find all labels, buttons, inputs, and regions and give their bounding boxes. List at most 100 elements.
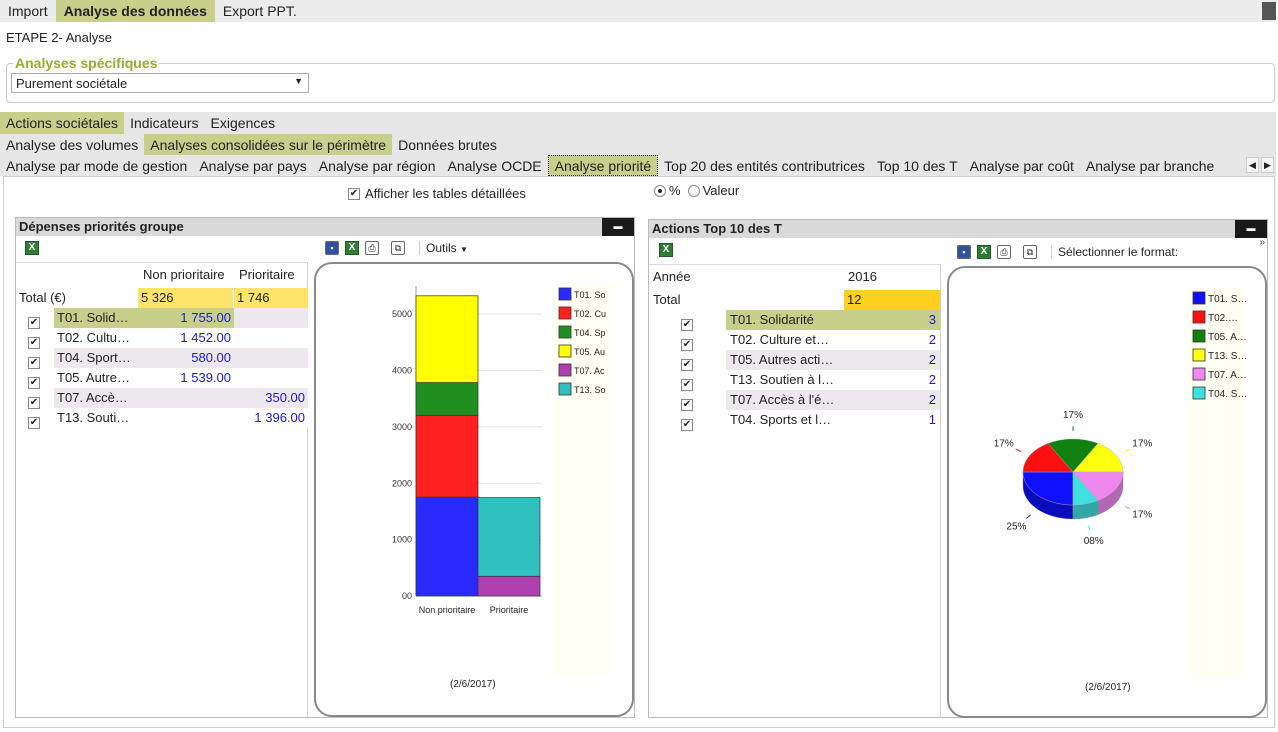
row-checkbox[interactable]: ✔ [681, 338, 693, 351]
pie-percent-label: 17% [1132, 510, 1152, 521]
label-leader [1124, 506, 1131, 510]
tab-export-ppt[interactable]: Export PPT. [215, 0, 305, 22]
stacked-bar-chart: 00 1000 2000 3000 4000 5000 Non prioritaire Pri… [392, 284, 611, 674]
legend-swatch [558, 344, 572, 358]
left-panel-title: Dépenses priorités groupe [16, 218, 634, 236]
excel-chart-icon[interactable]: X [345, 241, 359, 255]
row-label: T02. Cultu… [54, 328, 138, 348]
row-checkbox[interactable]: ✔ [28, 316, 40, 329]
row-checkbox[interactable]: ✔ [681, 418, 693, 431]
row-checkbox[interactable]: ✔ [28, 356, 40, 369]
legend-label: T02.… [1208, 313, 1238, 324]
copy-icon[interactable]: ⧉ [1023, 245, 1037, 259]
excel-export-icon[interactable]: X [659, 243, 673, 257]
row-checkbox[interactable]: ✔ [28, 336, 40, 349]
tab-top20[interactable]: Top 20 des entités contributrices [658, 155, 871, 176]
tab-exigences[interactable]: Exigences [205, 112, 282, 134]
tab-top10[interactable]: Top 10 des T [871, 155, 964, 176]
tab-par-cout[interactable]: Analyse par coût [964, 155, 1080, 176]
minimize-icon[interactable]: ▬ [1235, 220, 1267, 238]
row-checkbox[interactable]: ✔ [681, 378, 693, 391]
row-non-prioritaire [138, 388, 234, 408]
tab-priorite[interactable]: Analyse priorité [547, 155, 659, 176]
print-icon[interactable]: ⎙ [997, 245, 1011, 259]
scroll-left-icon[interactable]: ◀ [1246, 157, 1259, 173]
step-title: ETAPE 2- Analyse [6, 30, 112, 45]
row-checkbox[interactable]: ✔ [28, 396, 40, 409]
expand-icon[interactable]: » [1259, 237, 1265, 248]
legend-label: T02. Cu [574, 309, 606, 319]
save-icon[interactable]: ▪ [957, 245, 971, 259]
legend-label: T01. S… [1208, 294, 1247, 305]
legend-swatch [1192, 348, 1206, 362]
left-table: Non prioritaire Prioritaire Total (€) 5 … [16, 262, 308, 717]
row-checkbox[interactable]: ✔ [681, 358, 693, 371]
row-prioritaire [234, 328, 308, 348]
right-panel-title: Actions Top 10 des T [649, 220, 1267, 238]
print-icon[interactable]: ⎙ [365, 241, 379, 255]
outils-menu[interactable]: Outils ▼ [419, 241, 468, 255]
main-tabs: Import Analyse des données Export PPT. [0, 0, 1276, 22]
table-row: ✔ T01. Solidarité 3 [649, 310, 941, 331]
tab-indicateurs[interactable]: Indicateurs [124, 112, 204, 134]
y-tick-label: 00 [402, 591, 412, 601]
window-scroll-handle[interactable] [1262, 2, 1276, 20]
pie-percent-label: 08% [1084, 536, 1104, 547]
bar-chart-frame: 00 1000 2000 3000 4000 5000 Non prioritaire Pri… [314, 262, 634, 717]
show-tables-option[interactable]: ✔ Afficher les tables détaillées [348, 186, 526, 201]
row-label: T07. Accè… [54, 388, 138, 408]
minimize-icon[interactable]: ▬ [602, 218, 634, 236]
table-row: ✔ T07. Accès à l'é… 2 [649, 390, 941, 411]
tab-import[interactable]: Import [0, 0, 56, 22]
total-value: 12 [844, 290, 940, 310]
format-select-label[interactable]: Sélectionner le format: [1051, 245, 1178, 259]
row-label: T05. Autres acti… [726, 350, 844, 370]
bar-segment [415, 295, 479, 383]
y-tick-label: 4000 [392, 366, 412, 376]
legend-label: T07. A… [1208, 370, 1247, 381]
row-non-prioritaire: 1 539.00 [138, 368, 234, 388]
right-chart-date: (2/6/2017) [1085, 682, 1131, 693]
row-value: 2 [844, 330, 940, 350]
tab-par-pays[interactable]: Analyse par pays [193, 155, 312, 176]
tab-ocde[interactable]: Analyse OCDE [442, 155, 548, 176]
tab-par-region[interactable]: Analyse par région [313, 155, 442, 176]
row-checkbox[interactable]: ✔ [681, 398, 693, 411]
show-tables-label: Afficher les tables détaillées [365, 186, 526, 201]
save-icon[interactable]: ▪ [325, 241, 339, 255]
tab-par-branche[interactable]: Analyse par branche [1080, 155, 1220, 176]
row-value: 3 [844, 310, 940, 330]
legend-swatch [1192, 310, 1206, 324]
chevron-down-icon: ▼ [460, 245, 468, 254]
scroll-right-icon[interactable]: ▶ [1261, 157, 1274, 173]
excel-export-icon[interactable]: X [25, 241, 39, 255]
bar-segment [477, 575, 541, 597]
legend-swatch [558, 382, 572, 396]
analysis-type-select[interactable]: Purement sociétale ▼ [11, 73, 309, 93]
row-label: T01. Solidarité [726, 310, 844, 330]
tab-mode-gestion[interactable]: Analyse par mode de gestion [0, 155, 193, 176]
row-checkbox[interactable]: ✔ [681, 318, 693, 331]
legend-swatch [1192, 386, 1206, 400]
tab-donnees-brutes[interactable]: Données brutes [392, 134, 503, 155]
tab-analyses-consolidees[interactable]: Analyses consolidées sur le périmètre [144, 134, 393, 155]
row-checkbox[interactable]: ✔ [28, 376, 40, 389]
tab-analyse-donnees[interactable]: Analyse des données [55, 0, 215, 22]
tab-actions-societales[interactable]: Actions sociétales [0, 112, 125, 134]
show-tables-checkbox[interactable]: ✔ [348, 187, 360, 200]
row-value: 2 [844, 370, 940, 390]
excel-chart-icon[interactable]: X [977, 245, 991, 259]
bar-segment [415, 496, 479, 597]
row-checkbox[interactable]: ✔ [28, 416, 40, 429]
left-chart-date: (2/6/2017) [450, 679, 496, 690]
legend-label: T01. So [574, 290, 606, 300]
row-value: 2 [844, 350, 940, 370]
tab-analyse-volumes[interactable]: Analyse des volumes [0, 134, 144, 155]
radio-percent[interactable] [654, 184, 666, 197]
copy-icon[interactable]: ⧉ [391, 241, 405, 255]
table-row: ✔ T04. Sports et l… 1 [649, 410, 941, 431]
radio-valeur[interactable] [687, 184, 700, 197]
x-tick-label: Non prioritaire [419, 605, 476, 615]
label-leader [1124, 448, 1131, 452]
year-value: 2016 [848, 269, 877, 284]
